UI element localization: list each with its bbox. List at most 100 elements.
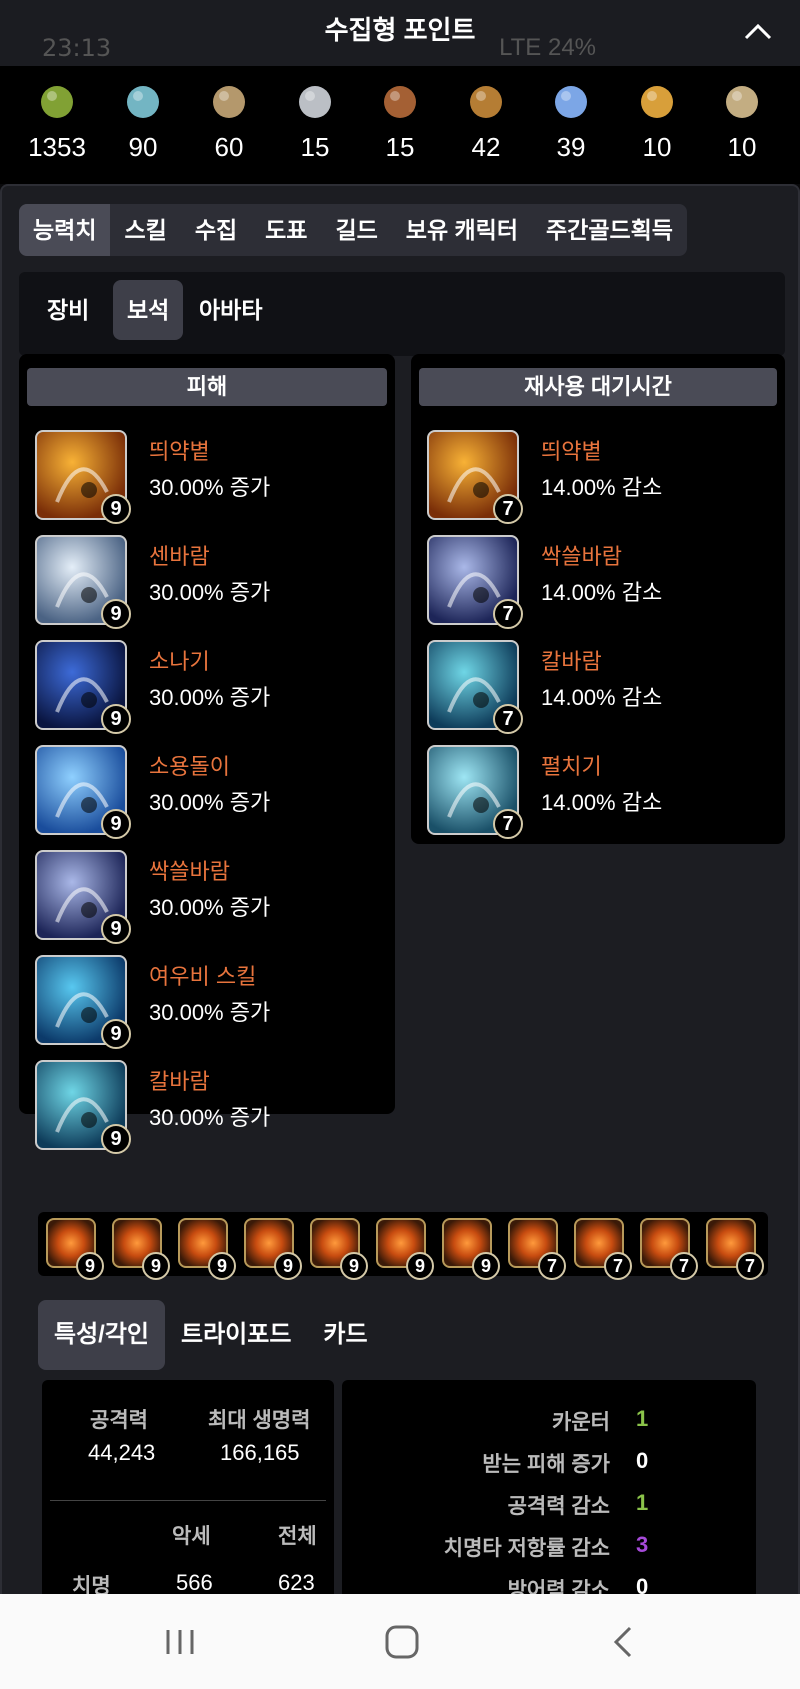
- level-badge: 9: [101, 599, 131, 629]
- skill-effect: 30.00% 증가: [149, 790, 271, 815]
- engraving-label: 치명타 저항률 감소: [443, 1537, 610, 1560]
- tab-4[interactable]: 길드: [321, 204, 391, 256]
- engraving-row: 받는 피해 증가 0: [340, 1448, 740, 1478]
- gem-item[interactable]: 9: [244, 1218, 302, 1280]
- skill-effect: 30.00% 증가: [149, 475, 271, 500]
- skill-name: 여우비 스킬: [149, 964, 257, 989]
- level-badge: 9: [101, 704, 131, 734]
- recent-apps-icon[interactable]: [160, 1622, 200, 1662]
- currency-item: 10: [699, 80, 785, 163]
- currency-value: 42: [471, 132, 501, 162]
- gem-level-badge: 9: [274, 1252, 302, 1280]
- tab-5[interactable]: 보유 캐릭터: [392, 204, 532, 256]
- gem-item[interactable]: 9: [178, 1218, 236, 1280]
- skill-name: 띄약볕: [149, 439, 210, 464]
- engraving-label: 카운터: [552, 1411, 610, 1434]
- home-icon[interactable]: [382, 1622, 422, 1662]
- compass-star-icon: [635, 80, 679, 124]
- gem-level-badge: 9: [472, 1252, 500, 1280]
- currency-value: 10: [642, 132, 672, 162]
- engraving-row: 카운터 1: [340, 1406, 740, 1436]
- sub-tabs: 장비 보석 아바타: [19, 272, 785, 356]
- gem-item[interactable]: 7: [574, 1218, 632, 1280]
- currency-value: 10: [727, 132, 757, 162]
- tab-2[interactable]: 수집: [181, 204, 251, 256]
- gem-level-badge: 9: [208, 1252, 236, 1280]
- spyglass-icon: [464, 80, 508, 124]
- tab-0[interactable]: 능력치: [19, 204, 111, 256]
- page-title: 수집형 포인트: [324, 15, 476, 45]
- skill-name: 띄약볕: [541, 439, 602, 464]
- gem-level-badge: 7: [670, 1252, 698, 1280]
- skill-effect: 30.00% 증가: [149, 1105, 271, 1130]
- currency-item: 39: [528, 80, 614, 163]
- subtab-0[interactable]: 장비: [33, 280, 103, 340]
- acc-label: 악세: [172, 1525, 211, 1548]
- skill-effect: 14.00% 감소: [541, 685, 663, 710]
- currency-item: 15: [272, 80, 358, 163]
- star-leaf-icon: [549, 80, 593, 124]
- skill-name: 싹쓸바람: [541, 544, 622, 569]
- currency-item: 60: [186, 80, 272, 163]
- currency-item: 42: [443, 80, 529, 163]
- level-badge: 7: [493, 599, 523, 629]
- tab-6[interactable]: 주간골드획득: [532, 204, 687, 256]
- map-icon: [207, 80, 251, 124]
- subtab-1[interactable]: 보석: [113, 280, 184, 340]
- skill-effect: 30.00% 증가: [149, 895, 271, 920]
- gem-level-badge: 7: [538, 1252, 566, 1280]
- bottom-tab-2[interactable]: 카드: [307, 1300, 383, 1370]
- gem-level-badge: 7: [736, 1252, 764, 1280]
- system-nav-bar: [0, 1594, 800, 1689]
- engraving-label: 받는 피해 증가: [482, 1453, 610, 1476]
- gem-level-badge: 9: [76, 1252, 104, 1280]
- skill-effect: 14.00% 감소: [541, 475, 663, 500]
- subtab-2[interactable]: 아바타: [185, 280, 276, 340]
- hp-value: 166,165: [220, 1440, 300, 1465]
- currency-value: 90: [128, 132, 158, 162]
- gem-item[interactable]: 7: [706, 1218, 764, 1280]
- gem-level-badge: 7: [604, 1252, 632, 1280]
- bottom-tab-1[interactable]: 트라이포드: [165, 1300, 307, 1370]
- skill-effect: 30.00% 증가: [149, 580, 271, 605]
- gem-item[interactable]: 9: [112, 1218, 170, 1280]
- gem-item[interactable]: 9: [310, 1218, 368, 1280]
- currency-value: 15: [385, 132, 415, 162]
- skill-effect: 30.00% 증가: [149, 1000, 271, 1025]
- tab-1[interactable]: 스킬: [110, 204, 180, 256]
- gem-level-badge: 9: [142, 1252, 170, 1280]
- skill-name: 소나기: [149, 649, 210, 674]
- currency-item: 10: [614, 80, 700, 163]
- main-panel: 능력치 스킬 수집 도표 길드 보유 캐릭터 주간골드획득 장비 보석 아바타 피해 9 띄약볕 3…: [0, 184, 800, 1602]
- skill-effect: 14.00% 감소: [541, 790, 663, 815]
- level-badge: 7: [493, 704, 523, 734]
- currency-row: 1353 90 60 15 15 42 39 10 10: [0, 66, 800, 184]
- damage-column: 피해 9 띄약볕 30.00% 증가 9 센바람 30.00% 증가 9 소나기 30.00% …: [19, 354, 395, 1154]
- engraving-value: 3: [636, 1532, 649, 1557]
- tab-3[interactable]: 도표: [251, 204, 321, 256]
- engraving-panel: 카운터 1 받는 피해 증가 0 공격력 감소 1 치명타 저항률 감소 3 방어력 감소 0: [340, 1380, 756, 1602]
- engraving-row: 치명타 저항률 감소 3: [340, 1532, 740, 1562]
- heart-crystal-icon: [293, 80, 337, 124]
- cooldown-header: 재사용 대기시간: [419, 368, 777, 406]
- medal-icon: [720, 80, 764, 124]
- total-label: 전체: [278, 1525, 317, 1548]
- gem-level-badge: 9: [406, 1252, 434, 1280]
- gem-item[interactable]: 9: [46, 1218, 104, 1280]
- gem-item[interactable]: 7: [508, 1218, 566, 1280]
- skill-effect: 14.00% 감소: [541, 580, 663, 605]
- currency-value: 15: [300, 132, 330, 162]
- bottom-tab-0[interactable]: 특성/각인: [38, 1300, 165, 1370]
- gem-item[interactable]: 9: [376, 1218, 434, 1280]
- attack-value: 44,243: [88, 1440, 156, 1465]
- skill-name: 펼치기: [541, 754, 602, 779]
- skill-name: 싹쓸바람: [149, 859, 230, 884]
- globe-orb-icon: [121, 80, 165, 124]
- gem-item[interactable]: 7: [640, 1218, 698, 1280]
- back-icon[interactable]: [604, 1622, 644, 1662]
- level-badge: 9: [101, 494, 131, 524]
- gem-item[interactable]: 9: [442, 1218, 500, 1280]
- cooldown-column: 재사용 대기시간 7 띄약볕 14.00% 감소 7 싹쓸바람 14.00% 감소 7 칼바람…: [411, 354, 785, 844]
- chevron-up-icon[interactable]: [738, 14, 778, 50]
- engraving-row: 공격력 감소 1: [340, 1490, 740, 1520]
